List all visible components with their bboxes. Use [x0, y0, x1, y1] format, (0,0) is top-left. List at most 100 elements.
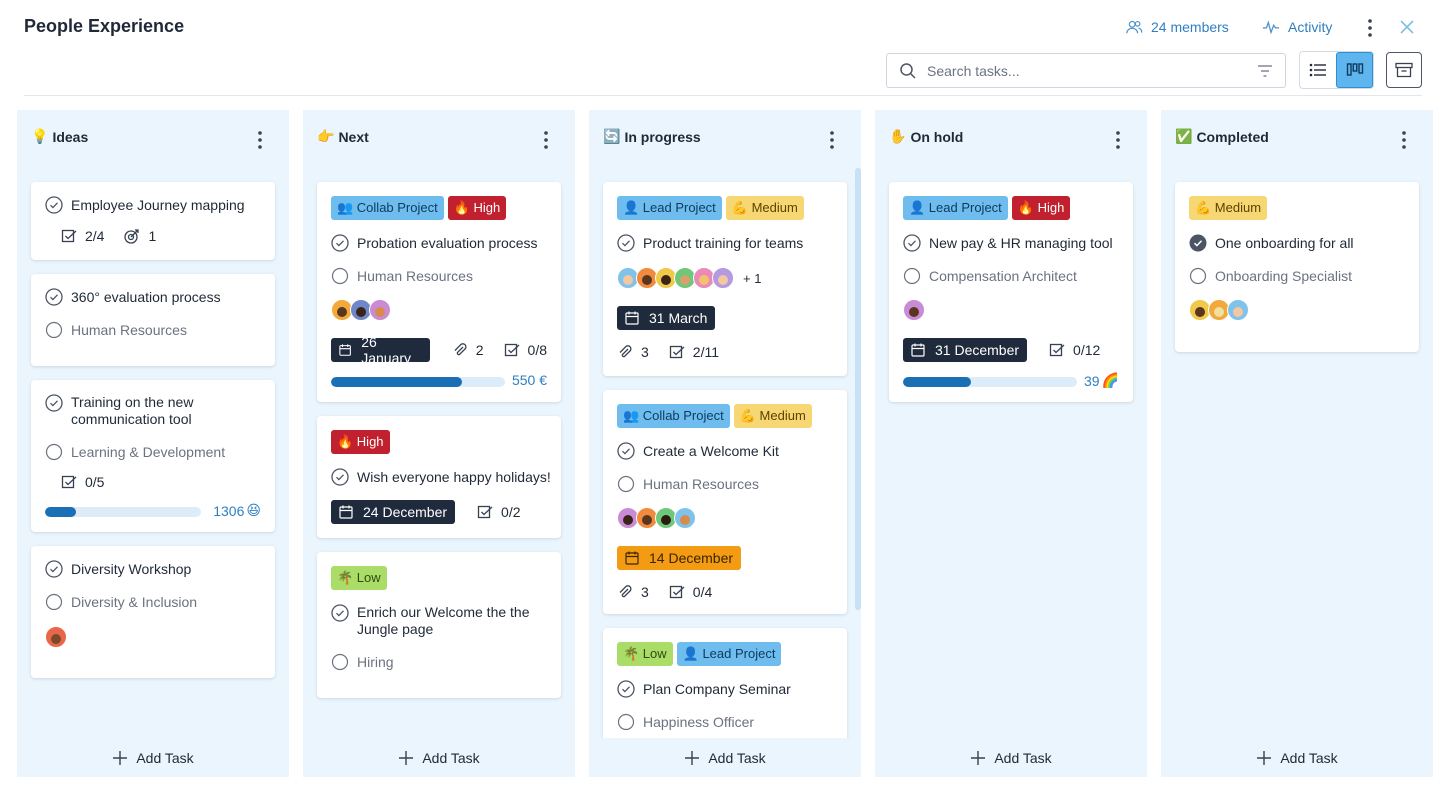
add-task-label: Add Task: [994, 750, 1052, 766]
tag-list: 🌴 Low 👤 Lead Project: [617, 642, 782, 666]
column-emoji: 💡: [31, 128, 49, 144]
progress-bar: [331, 377, 505, 387]
add-task-button[interactable]: Add Task: [303, 747, 575, 769]
attachment-count: 3: [641, 344, 649, 360]
avatar[interactable]: [369, 299, 391, 321]
list-view-button[interactable]: [1300, 52, 1336, 88]
column-cards: Employee Journey mapping 2/4 1 360° eval…: [17, 168, 289, 738]
check-circle-icon[interactable]: [903, 234, 921, 252]
members-button[interactable]: 24 members: [1125, 18, 1229, 36]
due-date-label: 31 March: [649, 310, 708, 326]
tag-priority-low: 🌴 Low: [617, 642, 673, 666]
check-circle-icon[interactable]: [45, 560, 63, 578]
task-card[interactable]: 🔥 High Wish everyone happy holidays! 24 …: [317, 416, 561, 538]
archive-button[interactable]: [1386, 52, 1422, 88]
column-emoji: ✅: [1175, 128, 1193, 144]
progress-fill: [331, 377, 462, 387]
search-box[interactable]: [886, 53, 1286, 88]
board-view-button[interactable]: [1336, 52, 1373, 88]
member-avatars: [45, 626, 67, 648]
check-circle-icon[interactable]: [331, 604, 349, 622]
column-menu-icon[interactable]: [1395, 129, 1413, 151]
due-date-label: 14 December: [649, 550, 734, 566]
task-title: Training on the new communication tool: [71, 394, 194, 427]
column-emoji: 👉: [317, 128, 335, 144]
checklist-count: 0/4: [692, 584, 713, 600]
column-header: 👉 Next: [317, 128, 369, 145]
tag-list: 👤 Lead Project 🔥 High: [903, 196, 1071, 220]
assignee-role: Learning & Development: [71, 444, 226, 460]
close-icon[interactable]: [1398, 17, 1416, 37]
budget-emoji: 🌈: [1101, 372, 1119, 388]
due-date[interactable]: 31 March: [617, 306, 716, 330]
column-emoji: ✋: [889, 128, 907, 144]
avatar[interactable]: [45, 626, 67, 648]
calendar-icon: [339, 344, 351, 356]
add-task-button[interactable]: Add Task: [589, 747, 861, 769]
task-card[interactable]: 👥 Collab Project 🔥 High Probation evalua…: [317, 182, 561, 402]
check-circle-icon[interactable]: [617, 680, 635, 698]
list-view-icon: [1309, 63, 1327, 77]
column-menu-icon[interactable]: [251, 129, 269, 151]
task-title: Plan Company Seminar: [643, 680, 791, 697]
column-menu-icon[interactable]: [537, 129, 555, 151]
search-input[interactable]: [927, 62, 1257, 79]
search-icon: [900, 62, 916, 79]
task-card[interactable]: Employee Journey mapping 2/4 1: [31, 182, 275, 260]
column-menu-icon[interactable]: [1109, 129, 1127, 151]
task-card[interactable]: 👤 Lead Project 💪 Medium Product training…: [603, 182, 847, 376]
column-scrollbar[interactable]: [855, 168, 861, 610]
column-menu-icon[interactable]: [823, 129, 841, 151]
task-card[interactable]: 360° evaluation process Human Resources: [31, 274, 275, 366]
filter-icon[interactable]: [1257, 63, 1273, 79]
column-header: 🔄 In progress: [603, 128, 701, 145]
column-title: Next: [338, 128, 369, 145]
progress-bar: [903, 377, 1077, 387]
check-circle-icon[interactable]: [617, 234, 635, 252]
budget-value: 550 €: [511, 372, 547, 388]
due-date-soon[interactable]: 14 December: [617, 546, 742, 570]
task-card[interactable]: 👤 Lead Project 🔥 High New pay & HR manag…: [889, 182, 1133, 402]
due-date-label: 24 December: [363, 504, 448, 520]
avatar[interactable]: [674, 507, 696, 529]
check-circle-icon[interactable]: [45, 394, 63, 412]
activity-button[interactable]: Activity: [1262, 18, 1332, 36]
due-date[interactable]: 24 December: [331, 500, 456, 524]
board-view-icon: [1346, 63, 1363, 76]
column-title: Ideas: [52, 128, 89, 145]
check-circle-icon[interactable]: [331, 468, 349, 486]
task-card[interactable]: 👥 Collab Project 💪 Medium Create a Welco…: [603, 390, 847, 614]
check-circle-icon[interactable]: [45, 196, 63, 214]
column-title: On hold: [910, 128, 964, 145]
avatar[interactable]: [1227, 299, 1249, 321]
assignee-circle-icon: [903, 267, 921, 285]
check-circle-icon[interactable]: [617, 442, 635, 460]
add-task-button[interactable]: Add Task: [17, 747, 289, 769]
plus-icon: [399, 751, 414, 765]
task-card[interactable]: 🌴 Low Enrich our Welcome the the Jungle …: [317, 552, 561, 698]
tag-priority-medium: 💪 Medium: [725, 196, 804, 220]
check-circle-icon[interactable]: [331, 234, 349, 252]
due-date[interactable]: 26 January: [331, 334, 430, 366]
task-card[interactable]: Training on the new communication tool L…: [31, 380, 275, 532]
due-date[interactable]: 31 December: [903, 338, 1028, 362]
add-task-button[interactable]: Add Task: [1161, 747, 1433, 769]
more-members-count[interactable]: + 1: [743, 271, 761, 286]
task-card[interactable]: Diversity Workshop Diversity & Inclusion: [31, 546, 275, 678]
task-card[interactable]: 💪 Medium One onboarding for all Onboardi…: [1175, 182, 1419, 352]
checklist-count: 0/2: [501, 504, 521, 520]
check-circle-filled-icon[interactable]: [1189, 234, 1207, 252]
plus-icon: [685, 751, 700, 765]
avatar[interactable]: [712, 267, 734, 289]
avatar[interactable]: [903, 299, 925, 321]
task-card[interactable]: 🌴 Low 👤 Lead Project Plan Company Semina…: [603, 628, 847, 738]
budget-value: 39: [1083, 372, 1100, 389]
assignee-role: Happiness Officer: [643, 714, 755, 730]
add-task-label: Add Task: [136, 750, 194, 766]
add-task-button[interactable]: Add Task: [875, 747, 1147, 769]
column-in-progress: 🔄 In progress 👤 Lead Project 💪 Medium Pr…: [589, 110, 861, 777]
tag-list: 🔥 High: [331, 430, 390, 454]
assignee-circle-icon: [1189, 267, 1207, 285]
more-options-icon[interactable]: [1361, 17, 1379, 39]
check-circle-icon[interactable]: [45, 288, 63, 306]
